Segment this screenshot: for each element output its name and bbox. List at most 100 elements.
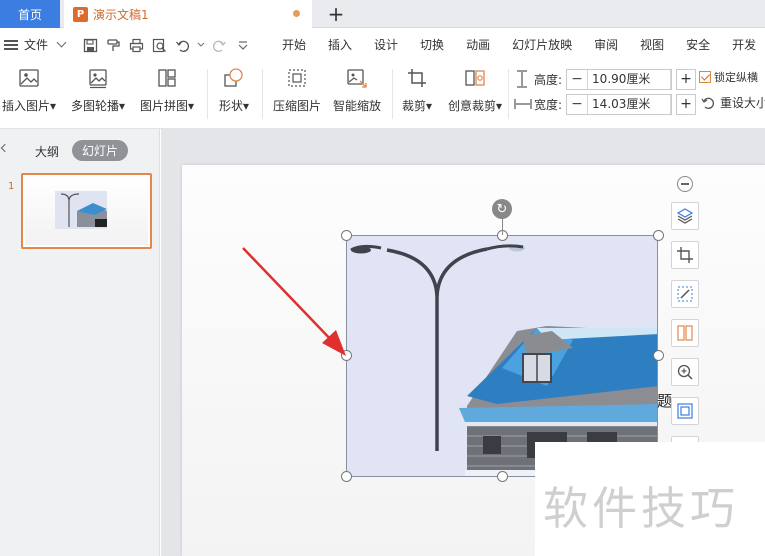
resize-handle-right[interactable] (653, 350, 664, 361)
menu-item-developer[interactable]: 开发 (732, 36, 756, 53)
resize-handle-bottom-left[interactable] (341, 471, 352, 482)
height-input[interactable]: 10.90厘米 (587, 69, 672, 89)
file-menu-button[interactable]: 文件 (4, 28, 67, 61)
compress-picture-label: 压缩图片 (272, 99, 321, 113)
crop-icon (408, 69, 426, 87)
file-menu-label: 文件 (24, 38, 49, 52)
width-decrease-button[interactable]: − (567, 95, 587, 114)
picture-collage-button[interactable]: 图片拼图▾ (137, 67, 197, 121)
picture-icon (19, 69, 39, 87)
menu-item-view[interactable]: 视图 (640, 36, 664, 53)
checkbox-checked-icon (699, 71, 711, 83)
tab-home[interactable]: 首页 (0, 0, 60, 28)
slide-number: 1 (8, 181, 15, 192)
tab-outline[interactable]: 大纲 (35, 143, 59, 160)
collage-tool-icon[interactable] (671, 319, 699, 347)
reset-size-icon (701, 97, 714, 109)
undo-dropdown-icon[interactable] (197, 37, 205, 54)
smart-zoom-button[interactable]: 智能缩放 (331, 67, 383, 121)
crop-button[interactable]: 裁剪▾ (398, 67, 436, 121)
shape-icon (224, 68, 243, 87)
smart-zoom-label: 智能缩放 (332, 99, 381, 113)
creative-crop-button[interactable]: 创意裁剪▾ (444, 67, 506, 121)
redo-icon[interactable] (211, 37, 228, 54)
chevron-down-icon (56, 37, 67, 48)
insert-picture-button[interactable]: 插入图片▾ (0, 67, 58, 121)
ribbon-separator (207, 69, 208, 119)
lock-aspect-checkbox[interactable]: 锁定纵横 (699, 69, 758, 85)
resize-handle-bottom[interactable] (497, 471, 508, 482)
new-tab-button[interactable]: + (326, 2, 346, 26)
multi-carousel-button[interactable]: 多图轮播▾ (68, 67, 128, 121)
layers-icon[interactable] (671, 202, 699, 230)
ribbon-separator (508, 69, 509, 119)
menu-item-security[interactable]: 安全 (686, 36, 710, 53)
lamppost-house-picture (350, 244, 657, 476)
format-painter-icon[interactable] (105, 37, 122, 54)
selected-picture[interactable] (346, 235, 658, 477)
compress-picture-button[interactable]: 压缩图片 (271, 67, 323, 121)
quick-access-toolbar (82, 34, 251, 56)
insert-picture-label: 插入图片▾ (1, 99, 57, 113)
smart-zoom-icon (347, 69, 367, 88)
menu-items: 开始 插入 设计 切换 动画 幻灯片放映 审阅 视图 安全 开发 (282, 28, 756, 61)
width-label: 宽度: (534, 97, 563, 112)
slide-thumbnail[interactable] (21, 173, 152, 249)
frame-picture-icon[interactable] (671, 397, 699, 425)
menu-item-slideshow[interactable]: 幻灯片放映 (512, 36, 572, 53)
tab-document[interactable]: P 演示文稿1 (64, 0, 312, 28)
ribbon: 插入图片▾ 多图轮播▾ 图片拼图▾ 形状▾ 压缩图片 智能缩放 裁剪▾ 创意裁剪… (0, 61, 765, 129)
ribbon-separator (262, 69, 263, 119)
creative-crop-icon (465, 70, 485, 86)
undo-icon[interactable] (174, 37, 191, 54)
shape-label: 形状▾ (218, 99, 250, 113)
menu-item-insert[interactable]: 插入 (328, 36, 352, 53)
width-increase-button[interactable]: + (676, 93, 697, 115)
watermark-text: 软件技巧 (543, 482, 740, 535)
height-stepper: − 10.90厘米 (566, 68, 673, 90)
resize-handle-left[interactable] (341, 350, 352, 361)
customize-toolbar-icon[interactable] (234, 37, 251, 54)
rotate-connector (502, 219, 503, 235)
placeholder-text-fragment: 题 (657, 392, 673, 410)
hamburger-icon (4, 39, 18, 50)
menu-item-review[interactable]: 审阅 (594, 36, 618, 53)
thumbnail-background (25, 177, 148, 245)
width-input[interactable]: 14.03厘米 (587, 94, 672, 114)
tab-bar: 首页 P 演示文稿1 + (0, 0, 765, 28)
resize-handle-top-left[interactable] (341, 230, 352, 241)
reset-size-button[interactable]: 重设大小 (701, 94, 765, 111)
menu-item-animation[interactable]: 动画 (466, 36, 490, 53)
ribbon-separator (392, 69, 393, 119)
watermark: 软件技巧 (535, 442, 765, 556)
zoom-in-icon[interactable] (671, 358, 699, 386)
crop-label: 裁剪▾ (401, 99, 433, 113)
rotate-handle-icon[interactable]: ↻ (492, 199, 512, 219)
multi-carousel-label: 多图轮播▾ (70, 99, 126, 113)
presentation-icon: P (73, 6, 88, 22)
edit-picture-icon[interactable] (671, 280, 699, 308)
picture-collage-label: 图片拼图▾ (139, 99, 195, 113)
compress-icon (288, 69, 306, 87)
collapse-toolbar-icon[interactable] (677, 176, 693, 192)
menu-bar: 文件 开始 插入 设计 切换 动画 幻灯片放映 审阅 视图 安全 开发 (0, 28, 765, 61)
menu-item-start[interactable]: 开始 (282, 36, 306, 53)
height-icon (517, 70, 527, 88)
resize-handle-top-right[interactable] (653, 230, 664, 241)
crop-tool-icon[interactable] (671, 241, 699, 269)
height-decrease-button[interactable]: − (567, 70, 587, 89)
thumbnail-picture (55, 191, 107, 229)
unsaved-indicator-icon (293, 10, 300, 17)
tab-slides[interactable]: 幻灯片 (72, 140, 128, 161)
creative-crop-label: 创意裁剪▾ (447, 99, 503, 113)
height-label: 高度: (534, 72, 563, 87)
print-icon[interactable] (128, 37, 145, 54)
width-icon (514, 99, 532, 109)
menu-item-design[interactable]: 设计 (374, 36, 398, 53)
lock-aspect-label: 锁定纵横 (714, 71, 758, 84)
print-preview-icon[interactable] (151, 37, 168, 54)
shape-button[interactable]: 形状▾ (216, 67, 252, 121)
height-increase-button[interactable]: + (676, 68, 697, 90)
menu-item-transition[interactable]: 切换 (420, 36, 444, 53)
save-icon[interactable] (82, 37, 99, 54)
